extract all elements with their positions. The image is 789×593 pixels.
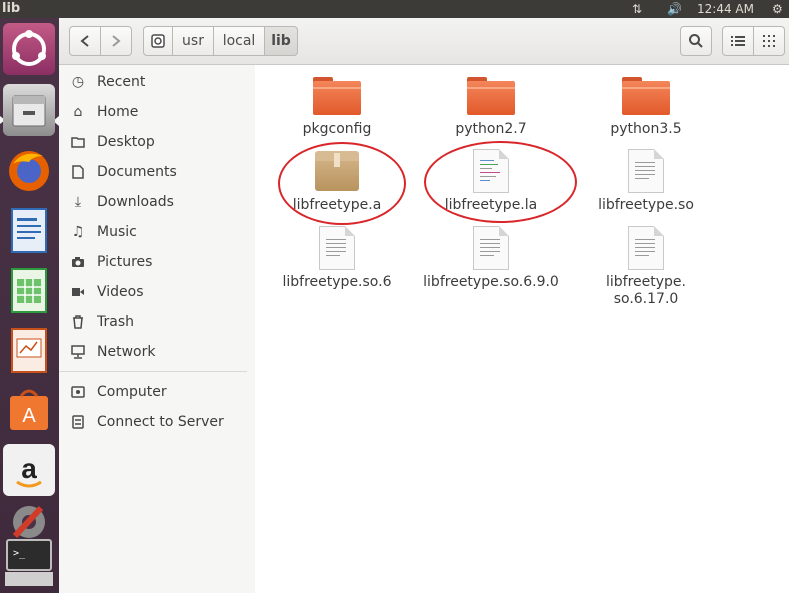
svg-text:a: a: [21, 453, 37, 484]
list-icon: [731, 36, 745, 46]
list-view-button[interactable]: [722, 26, 754, 56]
sidebar-item-label: Documents: [97, 164, 177, 180]
terminal-icon[interactable]: >_: [3, 536, 55, 588]
sidebar-item-home[interactable]: ⌂ Home: [59, 98, 247, 126]
file-name: python2.7: [455, 121, 527, 137]
sidebar-item-documents[interactable]: Documents: [59, 158, 247, 186]
sidebar-item-trash[interactable]: Trash: [59, 308, 247, 336]
server-icon: [69, 413, 87, 431]
document-icon: [628, 226, 664, 270]
file-name: pkgconfig: [302, 121, 372, 137]
amazon-icon[interactable]: a: [3, 444, 55, 496]
document-icon: [69, 163, 87, 181]
highlight-circle: [278, 142, 406, 225]
back-button[interactable]: [69, 26, 101, 56]
sidebar-item-label: Computer: [97, 384, 167, 400]
file-item-python2-7[interactable]: python2.7: [416, 77, 566, 138]
breadcrumb-usr[interactable]: usr: [172, 26, 214, 56]
header-bar: usr local lib: [59, 18, 789, 65]
file-name: libfreetype.so.6.9.0: [423, 274, 559, 290]
sidebar-item-connect-to-server[interactable]: Connect to Server: [59, 408, 247, 436]
calc-icon[interactable]: [3, 264, 55, 316]
forward-button[interactable]: [100, 26, 132, 56]
document-icon: [628, 149, 664, 193]
computer-icon: [69, 383, 87, 401]
sidebar-item-label: Home: [97, 104, 139, 120]
clock-icon: ◷: [71, 74, 85, 90]
file-view: pkgconfig python2.7 python3.5 libfreetyp…: [255, 65, 789, 593]
chevron-right-icon: [112, 35, 121, 47]
sidebar-item-label: Network: [97, 344, 156, 360]
highlight-circle: [424, 141, 577, 223]
file-item-python3-5[interactable]: python3.5: [571, 77, 721, 138]
sidebar-item-label: Music: [97, 224, 137, 240]
grid-icon: [763, 35, 775, 47]
sidebar-item-music[interactable]: ♫ Music: [59, 218, 247, 246]
files-icon[interactable]: [3, 84, 55, 136]
download-icon: ⤓: [74, 194, 82, 210]
launcher: A a >_: [0, 18, 59, 593]
sidebar-divider: [59, 371, 247, 372]
sidebar-item-label: Trash: [97, 314, 134, 330]
software-center-icon[interactable]: A: [3, 384, 55, 436]
file-item-libfreetype-so-6[interactable]: libfreetype.so.6: [262, 226, 412, 291]
sidebar-item-label: Recent: [97, 74, 146, 90]
sidebar-item-label: Desktop: [97, 134, 155, 150]
file-name: libfreetype.so: [598, 197, 694, 213]
breadcrumb-root[interactable]: [143, 26, 173, 56]
sidebar-item-network[interactable]: Network: [59, 338, 247, 366]
folder-icon: [467, 77, 515, 115]
sidebar-item-desktop[interactable]: Desktop: [59, 128, 247, 156]
sidebar-item-downloads[interactable]: ⤓ Downloads: [59, 188, 247, 216]
svg-text:A: A: [22, 405, 36, 427]
firefox-icon[interactable]: [3, 144, 55, 196]
file-name: libfreetype. so.6.17.0: [606, 274, 686, 307]
file-name: python3.5: [610, 121, 682, 137]
file-name: libfreetype.so.6: [282, 274, 392, 290]
sidebar-item-label: Videos: [97, 284, 144, 300]
grid-view-button[interactable]: [753, 26, 785, 56]
impress-icon[interactable]: [3, 324, 55, 376]
document-icon: [473, 226, 509, 270]
file-item-pkgconfig[interactable]: pkgconfig: [262, 77, 412, 138]
folder-icon: [69, 133, 87, 151]
clock[interactable]: 12:44 AM: [697, 0, 754, 18]
ubuntu-dash-icon[interactable]: [3, 23, 55, 75]
breadcrumb-local[interactable]: local: [213, 26, 265, 56]
trash-icon: [69, 313, 87, 331]
sidebar-gutter: [247, 65, 255, 593]
music-icon: ♫: [71, 224, 85, 240]
search-button[interactable]: [680, 26, 712, 56]
settings-gear-icon[interactable]: ⚙: [772, 0, 783, 18]
sidebar: ◷ Recent ⌂ Home Desktop Documents ⤓ Downloa…: [59, 65, 248, 593]
file-item-libfreetype-so-6-9-0[interactable]: libfreetype.so.6.9.0: [416, 226, 566, 291]
search-icon: [689, 34, 703, 48]
sidebar-item-pictures[interactable]: Pictures: [59, 248, 247, 276]
chevron-left-icon: [80, 35, 89, 47]
file-item-libfreetype-so[interactable]: libfreetype.so: [571, 149, 721, 214]
volume-icon[interactable]: 🔊: [667, 0, 682, 18]
writer-icon[interactable]: [3, 204, 55, 256]
folder-icon: [313, 77, 361, 115]
sidebar-item-label: Pictures: [97, 254, 153, 270]
network-icon: [69, 343, 87, 361]
sidebar-item-label: Connect to Server: [97, 414, 224, 430]
breadcrumb-lib[interactable]: lib: [264, 26, 298, 56]
sidebar-item-label: Downloads: [97, 194, 174, 210]
drive-icon: [151, 34, 165, 48]
window-title: lib: [2, 1, 21, 16]
sidebar-item-computer[interactable]: Computer: [59, 378, 247, 406]
home-icon: ⌂: [73, 104, 83, 120]
video-icon: [69, 283, 87, 301]
folder-icon: [622, 77, 670, 115]
sidebar-item-recent[interactable]: ◷ Recent: [59, 68, 247, 96]
network-arrows-icon[interactable]: ⇅: [632, 0, 642, 18]
document-icon: [319, 226, 355, 270]
camera-icon: [69, 253, 87, 271]
sidebar-item-videos[interactable]: Videos: [59, 278, 247, 306]
svg-text:>_: >_: [13, 548, 26, 559]
top-panel: lib ⇅ 🔊 12:44 AM ⚙: [0, 0, 789, 18]
file-item-libfreetype-so-6-17-0[interactable]: libfreetype. so.6.17.0: [571, 226, 721, 308]
